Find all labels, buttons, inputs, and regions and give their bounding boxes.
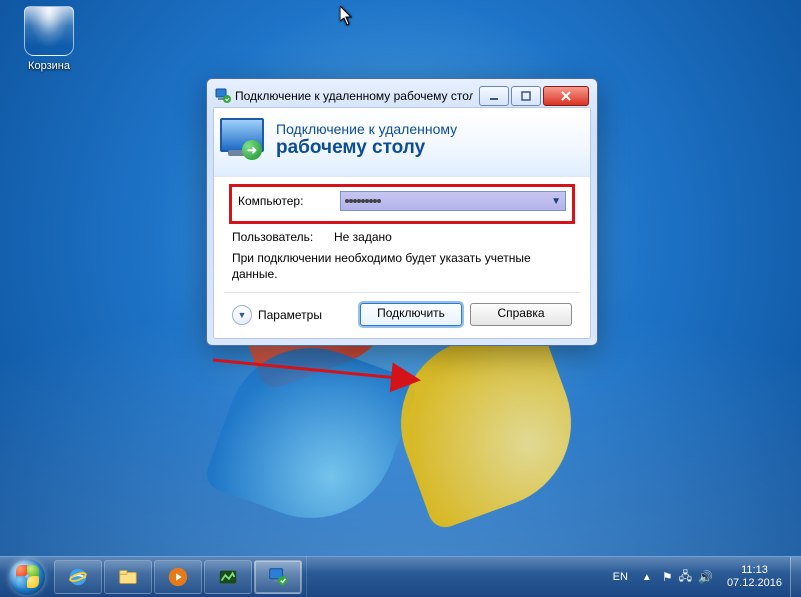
taskbar-media-player[interactable] [154, 560, 202, 594]
chevron-down-icon: ▼ [232, 305, 252, 325]
show-desktop-button[interactable] [790, 557, 801, 597]
recycle-bin-label: Корзина [28, 60, 70, 72]
taskbar: EN ▲ ⚑ 🖧 🔊 11:13 07.12.2016 [0, 556, 801, 597]
language-indicator[interactable]: EN [609, 569, 632, 585]
start-button[interactable] [0, 557, 54, 597]
taskbar-explorer[interactable] [104, 560, 152, 594]
system-tray: EN ▲ ⚑ 🖧 🔊 11:13 07.12.2016 [609, 564, 790, 589]
banner: ➜ Подключение к удаленному рабочему стол… [214, 108, 590, 177]
cursor-icon [340, 6, 354, 29]
taskbar-ie[interactable] [54, 560, 102, 594]
clock-date: 07.12.2016 [727, 577, 782, 590]
options-toggle[interactable]: ▼ Параметры [232, 305, 352, 325]
separator [224, 292, 580, 293]
trash-icon [24, 6, 74, 56]
tray-overflow-icon[interactable]: ▲ [642, 572, 652, 583]
computer-combobox[interactable]: ▼ [340, 191, 566, 211]
annotation-highlight-box: Компьютер: ▼ [229, 184, 575, 224]
window-client-area: ➜ Подключение к удаленному рабочему стол… [213, 107, 591, 339]
minimize-button[interactable] [479, 86, 509, 106]
user-label: Пользователь: [232, 230, 326, 244]
network-icon[interactable]: 🖧 [679, 567, 692, 588]
windows-logo-icon [9, 559, 45, 595]
taskbar-app-1[interactable] [204, 560, 252, 594]
close-button[interactable] [543, 86, 589, 106]
computer-label: Компьютер: [238, 194, 332, 208]
maximize-button[interactable] [511, 86, 541, 106]
titlebar[interactable]: Подключение к удаленному рабочему столу [213, 85, 591, 107]
rdp-window: Подключение к удаленному рабочему столу … [206, 78, 598, 346]
rdp-title-icon [215, 88, 231, 104]
credentials-hint: При подключении необходимо будет указать… [232, 250, 572, 282]
taskbar-pins [54, 556, 307, 597]
banner-title: рабочему столу [276, 137, 457, 159]
clock-time: 11:13 [727, 564, 782, 577]
user-value: Не задано [334, 230, 392, 244]
rdp-icon: ➜ [216, 118, 264, 162]
action-center-icon[interactable]: ⚑ [662, 570, 673, 584]
chevron-down-icon[interactable]: ▼ [551, 196, 561, 207]
banner-subtitle: Подключение к удаленному [276, 121, 457, 137]
help-button[interactable]: Справка [470, 303, 572, 326]
computer-value-hidden [345, 199, 551, 203]
clock[interactable]: 11:13 07.12.2016 [723, 564, 786, 589]
options-label: Параметры [258, 308, 322, 322]
taskbar-rdp-running[interactable] [254, 560, 302, 594]
window-title: Подключение к удаленному рабочему столу [235, 89, 473, 103]
recycle-bin-icon[interactable]: Корзина [12, 6, 86, 72]
connect-button[interactable]: Подключить [360, 303, 462, 326]
volume-icon[interactable]: 🔊 [698, 570, 713, 584]
